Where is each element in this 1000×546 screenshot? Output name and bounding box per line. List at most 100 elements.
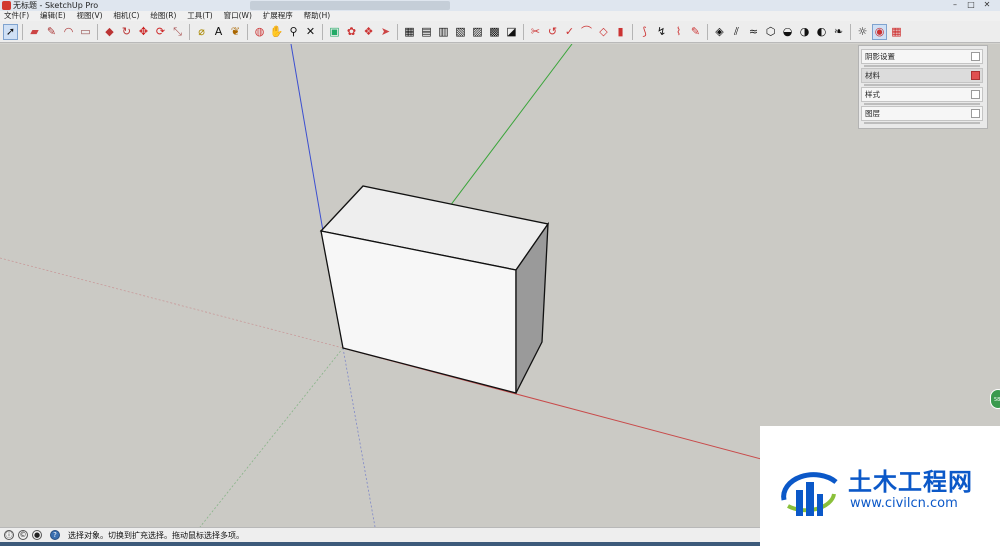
toolbar-separator — [97, 23, 98, 40]
section-cut-icon[interactable]: ↯ — [654, 24, 669, 40]
arc-icon[interactable]: ◠ — [61, 24, 76, 40]
pencil-icon[interactable]: ✎ — [44, 24, 59, 40]
toolbar-separator — [189, 23, 190, 40]
speed-badge[interactable]: 58 — [990, 389, 1000, 409]
panel-toggle-button[interactable] — [971, 109, 980, 118]
paint-bucket-icon[interactable]: ❦ — [228, 24, 243, 40]
solid-union-icon[interactable]: ✓ — [562, 24, 577, 40]
style-shaded-icon[interactable]: ◒ — [780, 24, 795, 40]
menu-extensions[interactable]: 扩展程序 — [259, 11, 297, 21]
sandbox-smoove-icon[interactable]: ▥ — [436, 24, 451, 40]
menu-file[interactable]: 文件(F) — [0, 11, 33, 21]
watermark-overlay: 土木工程网 www.civilcn.com — [760, 426, 1000, 546]
shadow-icon[interactable]: ☼ — [855, 24, 870, 40]
rectangle-icon[interactable]: ▭ — [78, 24, 93, 40]
tape-measure-icon[interactable]: ⌀ — [194, 24, 209, 40]
toolbar-separator — [397, 23, 398, 40]
fog-icon[interactable]: ◉ — [872, 23, 887, 40]
menu-window[interactable]: 窗口(W) — [220, 11, 256, 21]
user-icon[interactable]: ● — [32, 530, 42, 540]
section-display-icon[interactable]: ✎ — [688, 24, 703, 40]
status-text: 选择对象。切换到扩充选择。拖动鼠标选择多项。 — [68, 531, 244, 540]
sandbox-scratch-icon[interactable]: ▤ — [419, 24, 434, 40]
zoom-extents-icon[interactable]: ✕ — [303, 24, 318, 40]
push-pull-icon[interactable]: ◆ — [102, 24, 117, 40]
select-icon[interactable]: ➚ — [3, 23, 18, 40]
tray-panel-shadows[interactable]: 阴影设置 — [861, 49, 983, 67]
watermark-brand: 土木工程网 — [848, 468, 973, 496]
style-monochrome-icon[interactable]: ◐ — [814, 24, 829, 40]
credits-icon[interactable]: © — [18, 530, 28, 540]
solid-trim-icon[interactable]: ◇ — [596, 24, 611, 40]
civilcn-logo — [781, 472, 838, 516]
menu-camera[interactable]: 相机(C) — [109, 11, 143, 21]
panel-divider — [864, 84, 980, 86]
section-fill-icon[interactable]: ⌇ — [671, 24, 686, 40]
style-backedges-icon[interactable]: ⫽ — [729, 24, 744, 40]
extension-warehouse-icon[interactable]: ❖ — [361, 24, 376, 40]
zoom-icon[interactable]: ⚲ — [286, 24, 301, 40]
tray-panel-label: 样式 — [865, 90, 880, 99]
maximize-button[interactable]: □ — [964, 0, 978, 10]
su-plugin-icon[interactable]: ▦ — [889, 24, 904, 40]
close-button[interactable]: ✕ — [980, 0, 994, 10]
panel-divider — [864, 65, 980, 67]
send-to-layout-icon[interactable]: ➤ — [378, 24, 393, 40]
warehouse-icon[interactable]: ▣ — [327, 24, 342, 40]
eraser-icon[interactable]: ▰ — [27, 24, 42, 40]
tray-panel-label: 阴影设置 — [865, 52, 895, 61]
sandbox-stamp-icon[interactable]: ▧ — [453, 24, 468, 40]
tray-panel-styles[interactable]: 样式 — [861, 87, 983, 105]
toolbar-separator — [850, 23, 851, 40]
geo-location-icon[interactable]: ⓘ — [4, 530, 14, 540]
extension-icon[interactable]: ✿ — [344, 24, 359, 40]
toolbar-separator — [322, 23, 323, 40]
menu-view[interactable]: 视图(V) — [73, 11, 107, 21]
help-icon[interactable]: ? — [50, 530, 60, 540]
watermark-url: www.civilcn.com — [850, 496, 958, 511]
style-wireframe-icon[interactable]: ≈ — [746, 24, 761, 40]
tray-panel-label: 材料 — [865, 71, 880, 80]
style-hidden-line-icon[interactable]: ⬡ — [763, 24, 778, 40]
toolbar-separator — [247, 23, 248, 40]
panel-divider — [864, 122, 980, 124]
blue-axis-negative — [342, 347, 376, 527]
sandbox-drape-icon[interactable]: ▨ — [470, 24, 485, 40]
sandbox-flip-icon[interactable]: ◪ — [504, 24, 519, 40]
solid-subtract-icon[interactable]: ⌒ — [579, 24, 594, 40]
solid-outer-shell-icon[interactable]: ✂ — [528, 24, 543, 40]
style-textured-icon[interactable]: ◑ — [797, 24, 812, 40]
background-taskbar-strip — [250, 1, 450, 10]
menu-edit[interactable]: 编辑(E) — [36, 11, 70, 21]
orbit-icon[interactable]: ◍ — [252, 24, 267, 40]
style-xray-icon[interactable]: ◈ — [712, 24, 727, 40]
menu-help[interactable]: 帮助(H) — [300, 11, 335, 21]
green-axis-negative — [199, 347, 344, 527]
solid-intersect-icon[interactable]: ↺ — [545, 24, 560, 40]
move-icon[interactable]: ✥ — [136, 24, 151, 40]
menu-bar: 文件(F) 编辑(E) 视图(V) 相机(C) 绘图(R) 工具(T) 窗口(W… — [0, 11, 1000, 21]
window-title: 无标题 - SketchUp Pro — [13, 1, 99, 10]
tray-panel-layers[interactable]: 图层 — [861, 106, 983, 124]
main-toolbar: ➚ ▰ ✎ ◠ ▭ ◆ ↻ ✥ ⟳ ⤡ ⌀ A ❦ ◍ ✋ ⚲ ✕ ▣ ✿ ❖ … — [0, 21, 1000, 43]
pan-icon[interactable]: ✋ — [269, 24, 284, 40]
sandbox-detail-icon[interactable]: ▩ — [487, 24, 502, 40]
default-tray: 阴影设置 材料 样式 图层 — [858, 45, 988, 129]
text-icon[interactable]: A — [211, 24, 226, 40]
rotate-icon[interactable]: ⟳ — [153, 24, 168, 40]
follow-me-icon[interactable]: ↻ — [119, 24, 134, 40]
panel-toggle-button[interactable] — [971, 90, 980, 99]
tray-panel-materials[interactable]: 材料 — [861, 68, 983, 86]
solid-split-icon[interactable]: ▮ — [613, 24, 628, 40]
red-axis-negative — [0, 257, 344, 349]
sandbox-contours-icon[interactable]: ▦ — [402, 24, 417, 40]
menu-draw[interactable]: 绘图(R) — [146, 11, 180, 21]
menu-tools[interactable]: 工具(T) — [183, 11, 216, 21]
toolbar-separator — [22, 23, 23, 40]
section-plane-icon[interactable]: ⟆ — [637, 24, 652, 40]
panel-close-button[interactable] — [971, 71, 980, 80]
panel-toggle-button[interactable] — [971, 52, 980, 61]
layer-icon[interactable]: ❧ — [831, 24, 846, 40]
scale-icon[interactable]: ⤡ — [170, 24, 185, 40]
minimize-button[interactable]: – — [948, 0, 962, 10]
